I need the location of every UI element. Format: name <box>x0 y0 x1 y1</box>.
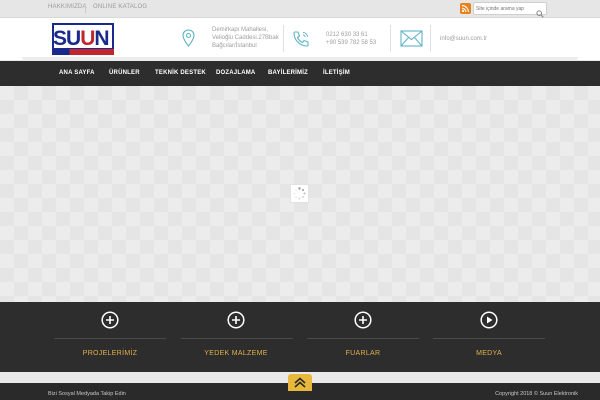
site-logo[interactable]: SUUN <box>52 23 114 55</box>
top-bar: HAKKIMIZDA ONLINE KATALOG <box>0 0 600 18</box>
play-circle-icon[interactable] <box>480 311 498 329</box>
social-follow-text: Bizi Sosyal Medyada Takip Edin <box>48 391 126 397</box>
logo-stripe <box>52 49 114 55</box>
nav-item-products[interactable]: ÜRÜNLER <box>109 70 140 76</box>
scroll-top-button[interactable] <box>288 374 312 391</box>
logo-wordmark: SUUN <box>53 27 110 48</box>
plus-circle-icon[interactable] <box>101 311 119 329</box>
email-link[interactable]: info@suun.com.tr <box>440 36 487 42</box>
phone-number[interactable]: 0212 630 33 61 <box>326 31 376 39</box>
nav-item-support[interactable]: TEKNİK DESTEK <box>155 70 206 76</box>
mail-icon <box>400 30 423 52</box>
nav-item-dealers[interactable]: BAYİLERİMİZ <box>268 70 308 76</box>
loading-spinner-icon <box>290 184 309 203</box>
address-line: Demirkapı Mahallesi, <box>212 27 269 33</box>
phone-number[interactable]: +90 539 782 58 53 <box>326 39 376 47</box>
feature-divider <box>307 338 419 339</box>
plus-circle-icon[interactable] <box>227 311 245 329</box>
nav-item-home[interactable]: ANA SAYFA <box>59 70 95 76</box>
address-block: Demirkapı Mahallesi, Velioğlu Caddesi.27… <box>212 26 282 50</box>
feature-band <box>0 302 600 372</box>
feature-media-link[interactable]: MEDYA <box>429 350 549 357</box>
feature-divider <box>181 338 293 339</box>
feature-projects-link[interactable]: PROJELERİMİZ <box>50 350 170 357</box>
search-box <box>473 2 547 18</box>
nav-item-contact[interactable]: İLETİŞİM <box>323 70 350 76</box>
header-divider <box>390 25 391 52</box>
copyright-text: Copyright 2018 © Suun Elektronik <box>495 391 578 397</box>
header-divider <box>430 25 431 52</box>
plus-circle-icon[interactable] <box>354 311 372 329</box>
top-link-divider <box>85 4 86 13</box>
top-link-catalog[interactable]: ONLINE KATALOG <box>93 4 147 10</box>
address-line: Bağcılar/İstanbul <box>212 43 257 49</box>
double-chevron-up-icon <box>294 377 306 388</box>
search-input[interactable] <box>476 4 534 13</box>
phone-block: 0212 630 33 61 +90 539 782 58 53 <box>326 31 376 47</box>
rss-icon[interactable] <box>460 3 471 14</box>
feature-fairs-link[interactable]: FUARLAR <box>303 350 423 357</box>
phone-icon <box>292 30 310 53</box>
nav-item-dosing[interactable]: DOZAJLAMA <box>216 70 255 76</box>
header-divider <box>283 25 284 52</box>
location-pin-icon <box>182 29 195 52</box>
feature-spare-parts-link[interactable]: YEDEK MALZEME <box>176 350 296 357</box>
main-nav: ANA SAYFA ÜRÜNLER TEKNİK DESTEK DOZAJLAM… <box>0 61 600 86</box>
svg-text:SUUN: SUUN <box>53 27 109 48</box>
address-line: Velioğlu Caddesi.27Bbak <box>212 35 279 41</box>
feature-divider <box>433 338 545 339</box>
feature-divider <box>54 338 166 339</box>
top-link-about[interactable]: HAKKIMIZDA <box>48 4 87 10</box>
